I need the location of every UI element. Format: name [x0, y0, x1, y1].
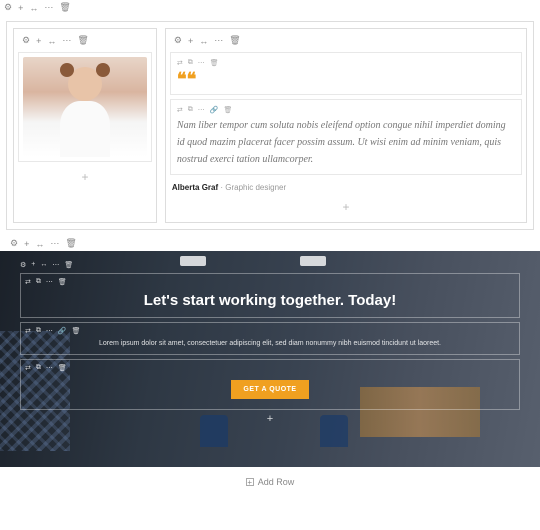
- column-image: ⚙ + ↔ ⋯ 🗑 +: [13, 28, 157, 223]
- trash-icon[interactable]: 🗑: [65, 238, 76, 249]
- column-toolbar: ⚙ + ↔ ⋯ 🗑: [170, 33, 522, 48]
- section-toolbar: ⚙ + ↔ ⋯ 🗑: [0, 0, 540, 15]
- ellipsis-icon[interactable]: ⋯: [50, 238, 59, 249]
- dup-icon[interactable]: ⧉: [36, 278, 41, 286]
- quote-text: Nam liber tempor cum soluta nobis eleife…: [177, 117, 515, 168]
- dup-icon[interactable]: ⧉: [36, 327, 41, 335]
- element-quote-text[interactable]: ⇄ ⧉ ⋯ 🔗 🗑 Nam liber tempor cum soluta no…: [170, 99, 522, 175]
- link-icon[interactable]: 🔗: [210, 106, 219, 114]
- trash-icon[interactable]: 🗑: [77, 35, 88, 46]
- ellipsis-icon[interactable]: ⋯: [198, 59, 205, 67]
- add-element-button[interactable]: +: [18, 166, 152, 188]
- author-name: Alberta Graf: [172, 183, 218, 192]
- arrows-icon[interactable]: ↔: [35, 239, 44, 249]
- element-toolbar: ⇄ ⧉ ⋯ 🔗 🗑: [177, 106, 515, 114]
- add-row-button[interactable]: + Add Row: [0, 467, 540, 497]
- row: ⚙ + ↔ ⋯ 🗑 + ⚙ + ↔ ⋯ 🗑 ⇄ ⧉ ⋯ 🗑 ❝❝: [6, 21, 534, 230]
- ellipsis-icon[interactable]: ⋯: [214, 35, 223, 46]
- add-row-label: Add Row: [258, 477, 295, 487]
- trash-icon[interactable]: 🗑: [72, 327, 81, 335]
- alt-icon[interactable]: ⇄: [25, 364, 31, 372]
- avatar-image: [23, 57, 147, 157]
- plus-icon[interactable]: +: [24, 239, 29, 249]
- arrows-icon[interactable]: ↔: [40, 261, 47, 269]
- section-cta: ⚙ + ↔ ⋯ 🗑 ⇄ ⧉ ⋯ 🗑 Let's start working to…: [0, 251, 540, 467]
- element-quote-icon[interactable]: ⇄ ⧉ ⋯ 🗑 ❝❝: [170, 52, 522, 95]
- ellipsis-icon[interactable]: ⋯: [198, 106, 205, 114]
- gear-icon[interactable]: ⚙: [20, 261, 26, 269]
- add-element-button[interactable]: +: [20, 410, 520, 428]
- column-content: ⚙ + ↔ ⋯ 🗑 ⇄ ⧉ ⋯ 🗑 ❝❝ ⇄ ⧉ ⋯ 🔗 🗑 Nam liber…: [165, 28, 527, 223]
- ellipsis-icon[interactable]: ⋯: [46, 278, 53, 286]
- plus-icon[interactable]: +: [31, 261, 35, 269]
- author-role: Graphic designer: [225, 183, 286, 192]
- ellipsis-icon[interactable]: ⋯: [46, 364, 53, 372]
- plus-box-icon: +: [246, 478, 254, 486]
- column-toolbar: ⚙ + ↔ ⋯ 🗑: [20, 261, 520, 269]
- gear-icon[interactable]: ⚙: [4, 2, 12, 13]
- section-toolbar: ⚙ + ↔ ⋯ 🗑: [6, 236, 540, 251]
- arrows-icon[interactable]: ↔: [199, 36, 208, 46]
- author-line: Alberta Graf · Graphic designer: [170, 179, 522, 196]
- column-toolbar: ⚙ + ↔ ⋯ 🗑: [18, 33, 152, 48]
- trash-icon[interactable]: 🗑: [64, 261, 73, 269]
- alt-icon[interactable]: ⇄: [25, 327, 31, 335]
- arrows-icon[interactable]: ↔: [29, 3, 38, 13]
- trash-icon[interactable]: 🗑: [224, 106, 233, 114]
- cta-button[interactable]: GET A QUOTE: [231, 380, 308, 399]
- element-heading[interactable]: ⇄ ⧉ ⋯ 🗑 Let's start working together. To…: [20, 273, 520, 318]
- arrows-icon[interactable]: ↔: [47, 36, 56, 46]
- ellipsis-icon[interactable]: ⋯: [46, 327, 53, 335]
- element-image[interactable]: [18, 52, 152, 162]
- gear-icon[interactable]: ⚙: [174, 35, 182, 46]
- link-icon[interactable]: 🔗: [58, 327, 67, 335]
- dup-icon[interactable]: ⧉: [188, 106, 193, 114]
- element-toolbar: ⇄ ⧉ ⋯ 🗑: [177, 59, 515, 67]
- alt-icon[interactable]: ⇄: [177, 106, 183, 114]
- trash-icon[interactable]: 🗑: [58, 364, 67, 372]
- element-toolbar: ⇄ ⧉ ⋯ 🗑: [25, 278, 515, 286]
- plus-icon[interactable]: +: [36, 36, 41, 46]
- dup-icon[interactable]: ⧉: [188, 59, 193, 67]
- trash-icon[interactable]: 🗑: [210, 59, 219, 67]
- ellipsis-icon[interactable]: ⋯: [62, 35, 71, 46]
- plus-icon[interactable]: +: [188, 36, 193, 46]
- trash-icon[interactable]: 🗑: [229, 35, 240, 46]
- add-element-button[interactable]: +: [170, 196, 522, 218]
- trash-icon[interactable]: 🗑: [58, 278, 67, 286]
- gear-icon[interactable]: ⚙: [10, 238, 18, 249]
- dup-icon[interactable]: ⧉: [36, 364, 41, 372]
- section-testimonial: ⚙ + ↔ ⋯ 🗑 ⚙ + ↔ ⋯ 🗑 + ⚙ + ↔ ⋯ 🗑 ⇄ ⧉: [0, 0, 540, 230]
- quote-icon: ❝❝: [177, 70, 515, 88]
- element-toolbar: ⇄ ⧉ ⋯ 🗑: [25, 364, 515, 372]
- element-subtext[interactable]: ⇄ ⧉ ⋯ 🔗 🗑 Lorem ipsum dolor sit amet, co…: [20, 322, 520, 355]
- element-button[interactable]: ⇄ ⧉ ⋯ 🗑 GET A QUOTE: [20, 359, 520, 410]
- cta-heading: Let's start working together. Today!: [25, 288, 515, 313]
- trash-icon[interactable]: 🗑: [59, 2, 70, 13]
- cta-subtext: Lorem ipsum dolor sit amet, consectetuer…: [25, 337, 515, 350]
- ellipsis-icon[interactable]: ⋯: [52, 261, 59, 269]
- element-toolbar: ⇄ ⧉ ⋯ 🔗 🗑: [25, 327, 515, 335]
- ellipsis-icon[interactable]: ⋯: [44, 2, 53, 13]
- gear-icon[interactable]: ⚙: [22, 35, 30, 46]
- alt-icon[interactable]: ⇄: [177, 59, 183, 67]
- plus-icon[interactable]: +: [18, 3, 23, 13]
- alt-icon[interactable]: ⇄: [25, 278, 31, 286]
